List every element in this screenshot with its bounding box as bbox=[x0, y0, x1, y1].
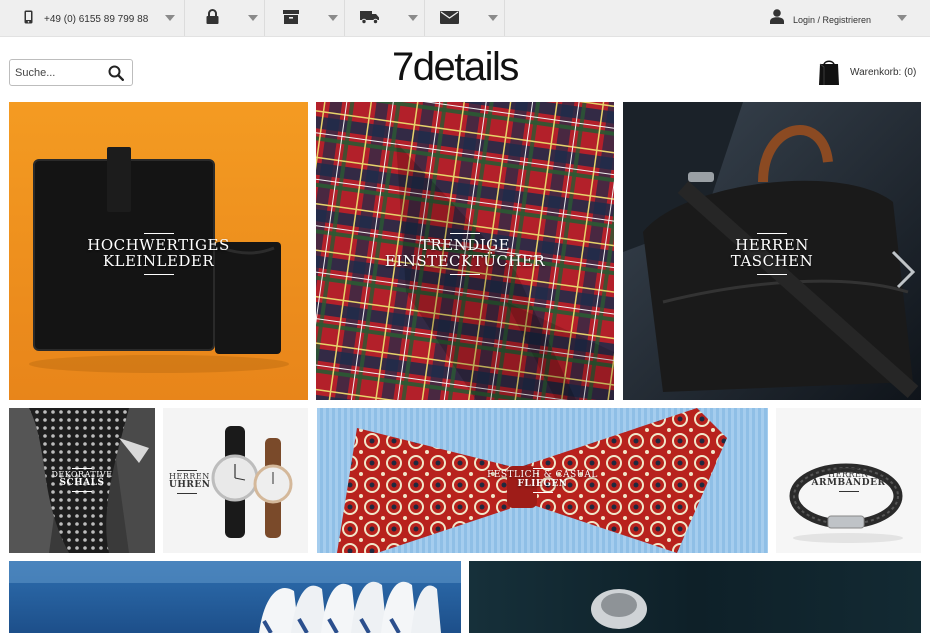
tile-caption: TRENDIGE EINSTECKTÜCHER bbox=[316, 233, 614, 275]
divider bbox=[532, 468, 553, 469]
account-lock-menu[interactable] bbox=[185, 0, 265, 36]
chevron-down-icon bbox=[408, 15, 418, 21]
tile-taschen[interactable]: HERREN TASCHEN bbox=[623, 102, 921, 400]
tile-caption: FESTLICH & CASUAL FLIEGEN bbox=[317, 468, 768, 493]
divider bbox=[72, 490, 92, 492]
tile-schals[interactable]: DEKORATIVE SCHALS bbox=[9, 408, 155, 553]
divider bbox=[838, 490, 859, 492]
shipping-menu[interactable] bbox=[345, 0, 425, 36]
tile-caption: HERREN UHREN bbox=[169, 470, 211, 494]
tile-fliegen[interactable]: FESTLICH & CASUAL FLIEGEN bbox=[317, 408, 768, 553]
tile-caption: HERREN TASCHEN bbox=[623, 233, 921, 275]
tile-title-line2: ARMBÄNDER bbox=[811, 478, 886, 489]
envelope-icon bbox=[440, 11, 459, 24]
lock-icon bbox=[206, 9, 219, 24]
divider bbox=[838, 468, 859, 469]
chevron-down-icon bbox=[897, 15, 907, 21]
tile-caption: HERREN ARMBÄNDER bbox=[776, 468, 921, 492]
tile-caption: DEKORATIVE SCHALS bbox=[9, 468, 155, 492]
divider bbox=[450, 233, 480, 234]
tile-armbaender[interactable]: HERREN ARMBÄNDER bbox=[776, 408, 921, 553]
chevron-down-icon bbox=[488, 15, 498, 21]
chevron-down-icon bbox=[328, 15, 338, 21]
tile-title-line2: EINSTECKTÜCHER bbox=[384, 251, 546, 270]
archive-icon bbox=[283, 10, 299, 24]
archive-menu[interactable] bbox=[265, 0, 345, 36]
shopping-bag-icon[interactable] bbox=[818, 58, 840, 86]
tile-title-line2: FLIEGEN bbox=[517, 479, 568, 490]
search-box bbox=[9, 59, 133, 86]
site-logo[interactable]: 7details bbox=[392, 44, 519, 90]
phone-number: +49 (0) 6155 89 799 88 bbox=[44, 14, 149, 25]
login-register-link[interactable]: Login / Registrieren bbox=[793, 15, 871, 25]
divider bbox=[532, 491, 553, 493]
chevron-down-icon bbox=[248, 15, 258, 21]
tile-einstecktuecher[interactable]: TRENDIGE EINSTECKTÜCHER bbox=[316, 102, 614, 400]
tile-title-line2: UHREN bbox=[169, 480, 211, 491]
chevron-down-icon bbox=[165, 15, 175, 21]
search-input[interactable] bbox=[15, 63, 105, 82]
top-bar: +49 (0) 6155 89 799 88 Login / Registrie… bbox=[0, 0, 930, 37]
tile-kleinleder[interactable]: HOCHWERTIGES KLEINLEDER bbox=[9, 102, 308, 400]
shirts-image bbox=[9, 561, 461, 633]
tile-title-line2: KLEINLEDER bbox=[102, 251, 215, 270]
search-icon[interactable] bbox=[108, 65, 124, 81]
divider bbox=[72, 468, 92, 469]
cart-link[interactable]: Warenkorb: (0) bbox=[850, 67, 916, 78]
tile-title-line2: TASCHEN bbox=[730, 251, 814, 270]
cufflinks-image bbox=[469, 561, 921, 633]
tile-title-line2: SCHALS bbox=[59, 478, 105, 489]
divider bbox=[177, 470, 197, 471]
divider bbox=[757, 273, 787, 275]
contact-menu[interactable] bbox=[425, 0, 505, 36]
divider bbox=[177, 492, 197, 494]
tile-uhren[interactable]: HERREN UHREN bbox=[163, 408, 308, 553]
divider bbox=[757, 233, 787, 234]
phone-icon bbox=[24, 10, 33, 24]
truck-icon bbox=[360, 11, 379, 24]
divider bbox=[143, 273, 174, 275]
phone-menu[interactable]: +49 (0) 6155 89 799 88 bbox=[0, 0, 185, 36]
divider bbox=[143, 233, 174, 234]
tile-caption: HOCHWERTIGES KLEINLEDER bbox=[9, 233, 308, 275]
tile-cufflinks[interactable] bbox=[469, 561, 921, 633]
divider bbox=[450, 273, 480, 275]
user-icon bbox=[770, 9, 784, 24]
tile-shirts[interactable] bbox=[9, 561, 461, 633]
